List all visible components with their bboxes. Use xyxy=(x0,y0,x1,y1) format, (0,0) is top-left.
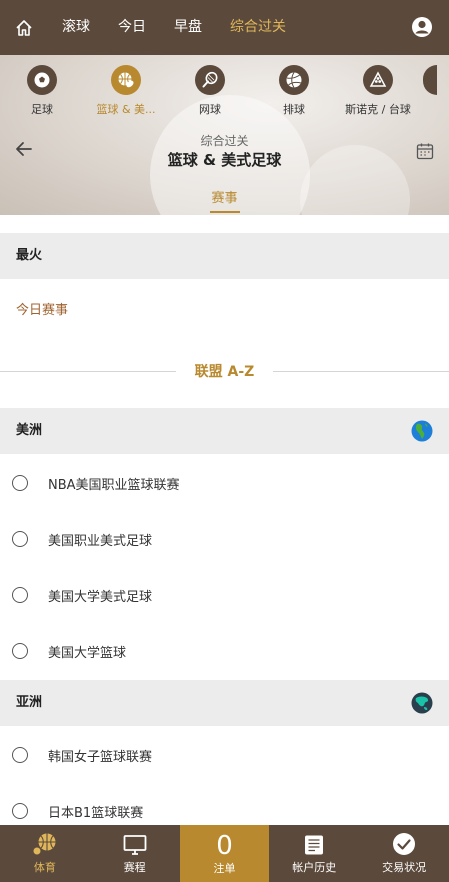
basketball-football-icon xyxy=(118,72,134,88)
volleyball-icon xyxy=(286,72,302,88)
region-header-asia[interactable]: 亚洲 xyxy=(0,680,449,726)
sport-label: 篮球 & 美... xyxy=(96,103,156,116)
bottom-tab-sports[interactable]: 体育 xyxy=(0,825,90,882)
league-row[interactable]: 美国职业美式足球 xyxy=(0,511,449,567)
sport-basketball[interactable]: 篮球 & 美... xyxy=(84,55,168,117)
globe-americas-icon xyxy=(411,420,433,442)
bottom-tab-history[interactable]: 帐户历史 xyxy=(269,825,359,882)
document-icon xyxy=(305,835,324,855)
league-row[interactable]: NBA美国职业篮球联赛 xyxy=(0,455,449,511)
top-nav: 滚球 今日 早盘 综合过关 xyxy=(0,0,449,55)
sport-more[interactable] xyxy=(420,55,440,117)
league-radio[interactable] xyxy=(12,643,28,659)
league-name: 韩国女子篮球联赛 xyxy=(48,749,153,765)
page-title: 篮球 & 美式足球 xyxy=(167,151,282,169)
tennis-racket-icon xyxy=(202,71,218,88)
region-name: 亚洲 xyxy=(16,695,43,710)
league-name: NBA美国职业篮球联赛 xyxy=(48,477,180,493)
league-radio[interactable] xyxy=(12,747,28,763)
bottom-tab-status[interactable]: 交易状况 xyxy=(359,825,449,882)
sport-soccer[interactable]: 足球 xyxy=(0,55,84,117)
sport-selector: 足球 篮球 & 美... 网球 排球 斯诺克 / 台球 xyxy=(0,55,449,117)
user-account-icon[interactable] xyxy=(411,16,433,38)
bottom-tab-label: 赛程 xyxy=(123,861,146,874)
bottom-tab-label: 帐户历史 xyxy=(292,861,337,874)
today-events-link[interactable]: 今日赛事 xyxy=(16,299,68,318)
league-radio[interactable] xyxy=(12,531,28,547)
soccer-ball-icon xyxy=(34,72,50,88)
active-tab-indicator xyxy=(210,211,240,213)
home-button[interactable] xyxy=(0,0,48,55)
sport-volleyball[interactable]: 排球 xyxy=(252,55,336,117)
league-radio[interactable] xyxy=(12,587,28,603)
league-row[interactable]: 韩国女子篮球联赛 xyxy=(0,727,449,783)
sports-balls-icon xyxy=(32,833,56,856)
bottom-tab-events[interactable]: 赛程 xyxy=(90,825,180,882)
leagues-az-label: 联盟 A-Z xyxy=(194,364,255,380)
check-circle-icon xyxy=(393,833,416,855)
sport-tennis[interactable]: 网球 xyxy=(168,55,252,117)
bottom-tab-label: 交易状况 xyxy=(382,861,427,874)
hero-banner: 足球 篮球 & 美... 网球 排球 斯诺克 / 台球 综合过关 篮球 & 美式… xyxy=(0,55,449,215)
bottom-tab-label: 体育 xyxy=(33,861,56,874)
league-radio[interactable] xyxy=(12,803,28,819)
tab-parlay[interactable]: 综合过关 xyxy=(216,0,300,55)
region-header-americas[interactable]: 美洲 xyxy=(0,408,449,454)
breadcrumb: 综合过关 xyxy=(200,134,249,148)
bottom-tab-betslip[interactable]: 0 注单 xyxy=(179,825,270,882)
tab-events[interactable]: 赛事 xyxy=(0,187,449,206)
region-name: 美洲 xyxy=(16,423,43,438)
snooker-icon xyxy=(369,71,387,87)
bottom-tab-label: 注单 xyxy=(213,861,236,875)
league-row[interactable]: 美国大学篮球 xyxy=(0,623,449,679)
league-name: 美国大学篮球 xyxy=(48,645,127,661)
league-name: 美国大学美式足球 xyxy=(48,589,153,605)
league-row[interactable]: 美国大学美式足球 xyxy=(0,567,449,623)
league-radio[interactable] xyxy=(12,475,28,491)
sport-label: 网球 xyxy=(199,103,221,116)
home-icon xyxy=(16,19,32,36)
league-name: 日本B1篮球联赛 xyxy=(48,805,144,821)
tab-live[interactable]: 滚球 xyxy=(48,0,104,55)
bottom-tab-bar: 体育 赛程 0 注单 帐户历史 交易状况 xyxy=(0,825,449,882)
monitor-icon xyxy=(123,835,147,855)
globe-asia-icon xyxy=(411,692,433,714)
betslip-count: 0 xyxy=(216,830,233,861)
section-header-hot: 最火 xyxy=(0,233,449,279)
sport-label: 足球 xyxy=(31,103,53,116)
league-name: 美国职业美式足球 xyxy=(48,533,153,549)
tab-early[interactable]: 早盘 xyxy=(160,0,216,55)
tab-today[interactable]: 今日 xyxy=(104,0,160,55)
calendar-icon[interactable] xyxy=(416,142,434,160)
sport-snooker[interactable]: 斯诺克 / 台球 xyxy=(336,55,420,117)
sport-label: 斯诺克 / 台球 xyxy=(345,103,411,116)
sport-label: 排球 xyxy=(283,103,305,116)
leagues-az-divider: 联盟 A-Z xyxy=(0,360,449,382)
